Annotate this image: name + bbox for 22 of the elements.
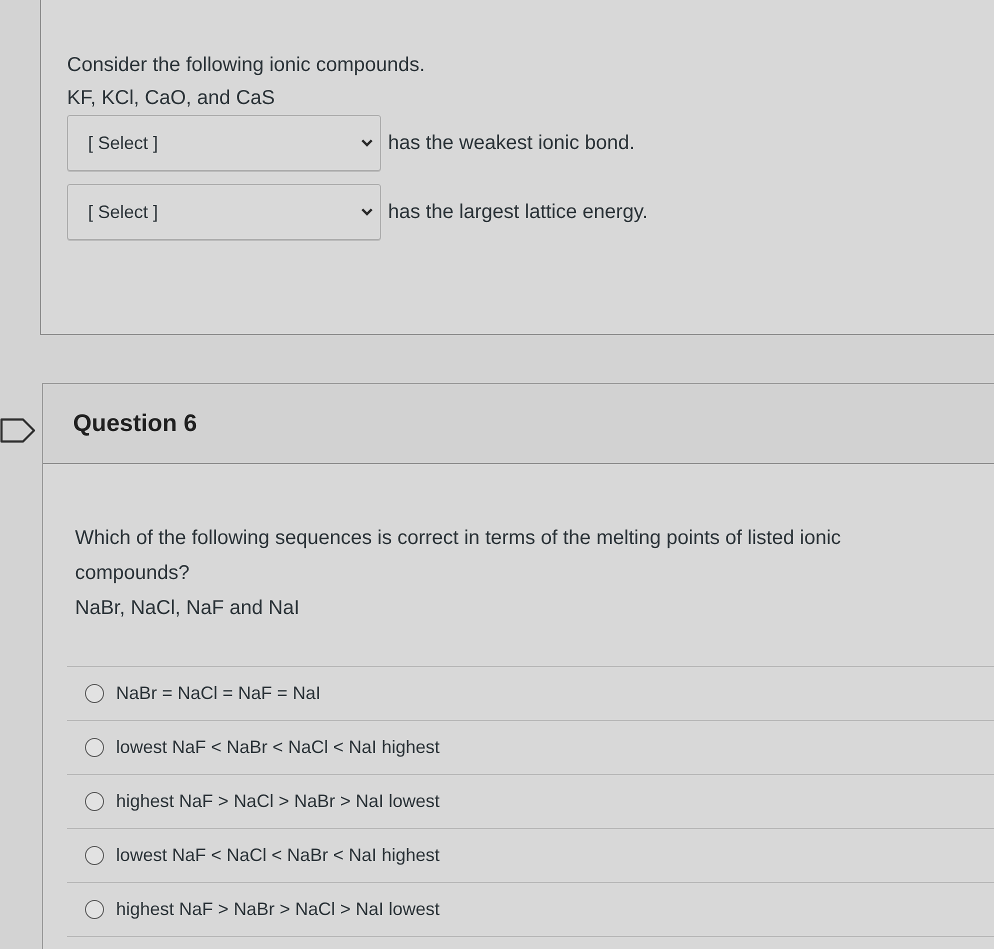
compound-list: KF, KCl, CaO, and CaS [67,82,994,115]
question-text: Consider the following ionic compounds. [67,53,426,78]
option-label[interactable]: highest NaF > NaCl > NaBr > NaI lowest [116,791,440,812]
chevron-down-icon [361,139,373,147]
option-label[interactable]: highest NaF > NaBr > NaCl > NaI lowest [116,899,440,920]
select-dropdown[interactable]: [ Select ] [67,115,381,171]
compound-list: NaBr, NaCl, NaF and NaI [75,591,994,626]
blank-sentence: has the weakest ionic bond. [388,132,635,154]
radio-button[interactable] [85,792,104,811]
radio-button[interactable] [85,738,104,757]
chevron-down-icon [361,208,373,216]
option-label[interactable]: NaBr = NaCl = NaF = NaI [116,683,321,704]
option-label[interactable]: lowest NaF < NaBr < NaCl < NaI highest [116,737,440,758]
select-dropdown[interactable]: [ Select ] [67,184,381,240]
radio-button[interactable] [85,846,104,865]
question-text: Which of the following sequences is correct in terms of the melting points of listed ionic compounds? [75,526,842,586]
blank-sentence: has the largest lattice energy. [388,200,648,224]
radio-button[interactable] [85,900,104,919]
question-title: Question 6 [73,410,198,438]
flag-icon[interactable] [0,418,36,443]
option-label[interactable]: lowest NaF < NaCl < NaBr < NaI highest [116,845,440,866]
radio-button[interactable] [85,684,104,703]
